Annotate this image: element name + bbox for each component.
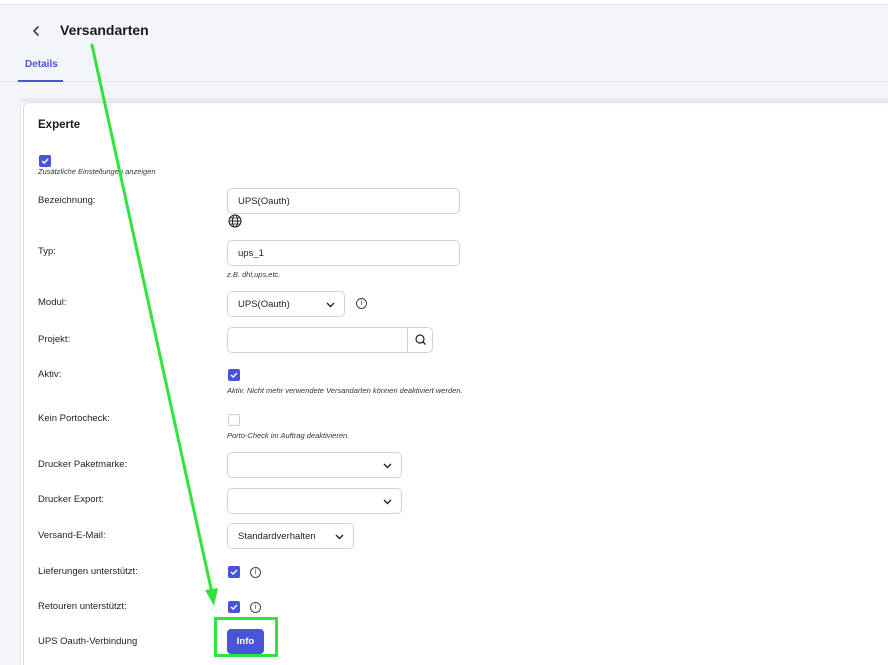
typ-label: Typ: bbox=[38, 246, 56, 257]
page-title: Versandarten bbox=[60, 22, 149, 38]
lieferungen-label: Lieferungen unterstützt: bbox=[38, 566, 138, 577]
section-title: Experte bbox=[38, 119, 81, 131]
chevron-down-icon bbox=[326, 302, 335, 308]
retouren-info-icon[interactable]: i bbox=[250, 602, 261, 613]
lieferungen-info-icon[interactable]: i bbox=[250, 567, 261, 578]
bezeichnung-label: Bezeichnung: bbox=[38, 195, 96, 206]
modul-select[interactable]: UPS(Oauth) bbox=[227, 291, 345, 317]
bezeichnung-input[interactable]: UPS(Oauth) bbox=[227, 188, 460, 214]
chevron-down-icon bbox=[335, 534, 344, 540]
form-panel bbox=[23, 102, 888, 665]
kein-portocheck-hint: Porto-Check im Auftrag deaktivieren. bbox=[227, 431, 350, 440]
projekt-input-group bbox=[227, 327, 433, 353]
versand-email-value: Standardverhalten bbox=[238, 531, 316, 542]
retouren-label: Retouren unterstützt: bbox=[38, 601, 127, 612]
ups-oauth-label: UPS Oauth-Verbindung bbox=[38, 636, 138, 647]
modul-label: Modul: bbox=[38, 297, 67, 308]
back-icon[interactable] bbox=[28, 21, 46, 41]
typ-hint: z.B. dhl,ups,etc. bbox=[227, 270, 281, 279]
modul-select-value: UPS(Oauth) bbox=[238, 299, 290, 310]
drucker-export-label: Drucker Export: bbox=[38, 494, 104, 505]
projekt-label: Projekt: bbox=[38, 334, 71, 345]
tab-details[interactable]: Details bbox=[18, 53, 63, 82]
page-header: Versandarten Details bbox=[0, 5, 888, 82]
show-more-label: Zusätzliche Einstellungen anzeigen bbox=[38, 167, 156, 176]
versand-email-label: Versand-E-Mail: bbox=[38, 530, 106, 541]
show-more-checkbox[interactable] bbox=[39, 155, 51, 167]
aktiv-label: Aktiv: bbox=[38, 369, 62, 380]
annotation-highlight-box bbox=[214, 617, 278, 657]
kein-portocheck-label: Kein Portocheck: bbox=[38, 413, 110, 424]
drucker-paketmarke-select[interactable] bbox=[227, 452, 402, 478]
drucker-export-select[interactable] bbox=[227, 488, 402, 514]
aktiv-hint: Aktiv. Nicht mehr verwendete Versandarte… bbox=[227, 386, 463, 395]
typ-input[interactable]: ups_1 bbox=[227, 240, 460, 266]
search-icon bbox=[415, 334, 426, 345]
chevron-down-icon bbox=[383, 463, 392, 469]
retouren-checkbox[interactable] bbox=[228, 601, 240, 613]
lieferungen-checkbox[interactable] bbox=[228, 566, 240, 578]
drucker-paketmarke-label: Drucker Paketmarke: bbox=[38, 459, 128, 470]
versand-email-select[interactable]: Standardverhalten bbox=[227, 523, 354, 549]
aktiv-checkbox[interactable] bbox=[228, 369, 240, 381]
kein-portocheck-checkbox[interactable] bbox=[228, 414, 240, 426]
modul-info-icon[interactable]: i bbox=[356, 298, 367, 309]
projekt-search-button[interactable] bbox=[407, 328, 432, 352]
globe-icon[interactable] bbox=[228, 214, 242, 228]
chevron-down-icon bbox=[383, 499, 392, 505]
